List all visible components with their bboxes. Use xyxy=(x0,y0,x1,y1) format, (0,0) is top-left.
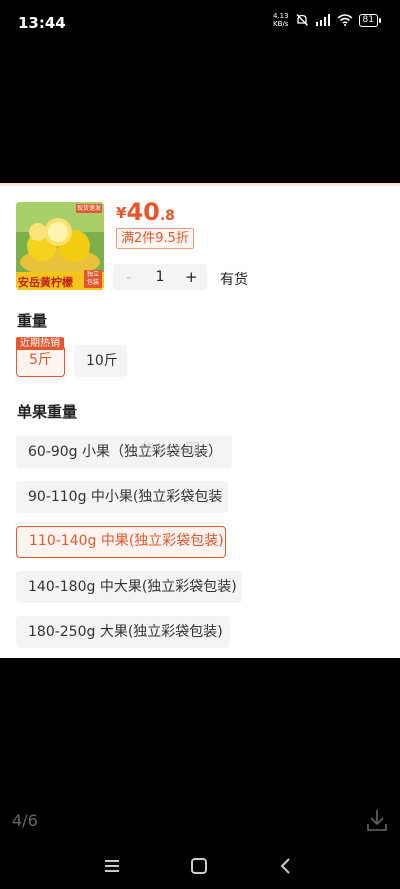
quantity-value[interactable]: 1 xyxy=(144,264,175,290)
fruit-weight-section-title: 单果重量 xyxy=(17,403,78,421)
signal-icon xyxy=(315,14,330,26)
net-speed: 4.13 KB/s xyxy=(273,12,289,28)
fruit-weight-option-medium[interactable]: 110-140g 中果(独立彩袋包装) xyxy=(16,526,226,558)
hot-sale-tag: 近期热销 xyxy=(16,337,64,350)
page-indicator: 4/6 xyxy=(12,811,38,830)
stock-status: 有货 xyxy=(220,272,248,288)
fruit-weight-label: 90-110g 中小果(独立彩袋包装 xyxy=(28,489,223,505)
mute-bell-icon xyxy=(296,14,308,26)
price-integer: 40 xyxy=(126,198,160,226)
status-bar: 13:44 4.13 KB/s 81 xyxy=(0,0,400,44)
price-currency: ¥ xyxy=(116,204,127,222)
fruit-weight-option-medium-small[interactable]: 90-110g 中小果(独立彩袋包装 xyxy=(16,481,228,513)
fruit-weight-option-large[interactable]: 180-250g 大果(独立彩袋包装) xyxy=(16,616,230,648)
fruit-weight-label: 110-140g 中果(独立彩袋包装) xyxy=(29,533,224,549)
quantity-stepper: - 1 + xyxy=(113,264,207,290)
sku-selection-sheet: 现货速发 安岳黄柠檬 独立包装 ¥40.8 满2件9.5折 - 1 + 有货 重… xyxy=(0,183,400,658)
status-icons: 4.13 KB/s 81 xyxy=(273,12,382,28)
fruit-weight-option-medium-large[interactable]: 140-180g 中大果(独立彩袋包装) xyxy=(16,571,242,603)
weight-option-label: 5斤 xyxy=(29,352,52,368)
decrease-button[interactable]: - xyxy=(113,264,144,290)
menu-icon[interactable] xyxy=(100,854,124,878)
fruit-weight-label: 140-180g 中大果(独立彩袋包装) xyxy=(28,579,237,595)
promo-tag: 满2件9.5折 xyxy=(116,228,194,249)
battery-indicator: 81 xyxy=(358,13,382,27)
weight-section-title: 重量 xyxy=(17,312,48,330)
image-badge-top: 现货速发 xyxy=(76,205,101,212)
weight-option-5jin[interactable]: 近期热销 5斤 xyxy=(16,337,65,377)
home-icon[interactable] xyxy=(187,854,211,878)
net-speed-value: 4.13 xyxy=(272,12,289,20)
fruit-weight-label: 180-250g 大果(独立彩袋包装) xyxy=(28,624,223,640)
watermark: 华兴e网 xyxy=(140,440,203,458)
wifi-icon xyxy=(337,14,353,26)
back-icon[interactable] xyxy=(274,854,298,878)
download-icon[interactable] xyxy=(366,808,388,832)
image-badge-side: 独立包装 xyxy=(86,271,99,286)
image-caption: 安岳黄柠檬 xyxy=(18,276,73,289)
system-nav-bar xyxy=(0,850,400,889)
weight-option-label: 10斤 xyxy=(86,353,118,369)
net-speed-unit: KB/s xyxy=(273,20,289,28)
price-decimal: .8 xyxy=(159,208,175,224)
product-thumbnail[interactable]: 现货速发 安岳黄柠檬 独立包装 xyxy=(16,202,104,290)
status-time: 13:44 xyxy=(18,14,66,32)
weight-option-10jin[interactable]: 10斤 xyxy=(74,345,127,377)
increase-button[interactable]: + xyxy=(176,264,207,290)
price: ¥40.8 xyxy=(116,198,175,226)
